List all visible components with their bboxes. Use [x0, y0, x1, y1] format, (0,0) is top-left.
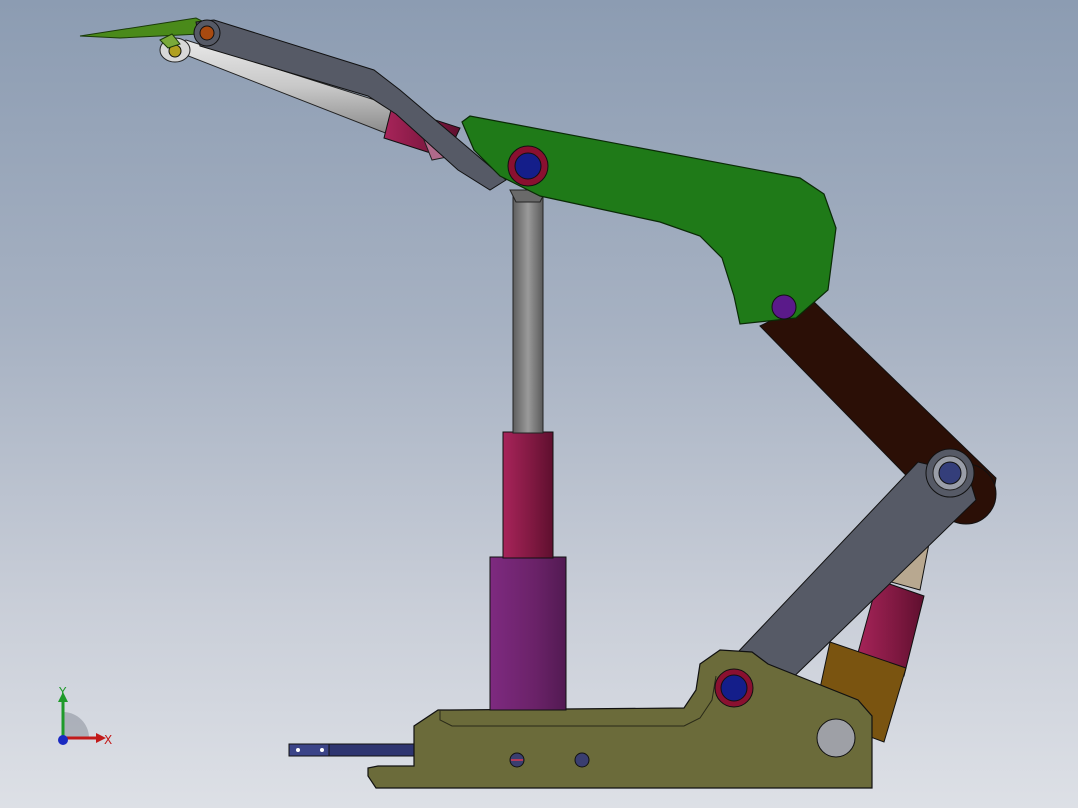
knee-pin[interactable] — [938, 461, 962, 485]
base-pin[interactable] — [720, 674, 748, 702]
column-barrel[interactable] — [489, 556, 567, 711]
slide-bar-hole — [320, 748, 324, 752]
cad-viewport[interactable]: Y X — [0, 0, 1078, 808]
vertical-column[interactable] — [489, 189, 567, 711]
slide-bar[interactable] — [288, 743, 420, 757]
boom-main-pin[interactable] — [514, 152, 542, 180]
coordinate-triad: Y X — [58, 685, 112, 747]
column-rod[interactable] — [512, 195, 544, 434]
y-axis-label: Y — [58, 685, 67, 699]
column-sleeve[interactable] — [502, 431, 554, 559]
x-axis-label: X — [104, 733, 112, 747]
slide-bar-hole — [296, 748, 300, 752]
tip-pin[interactable] — [199, 25, 215, 41]
base-bolt — [574, 752, 590, 768]
base-pivot-hole[interactable] — [816, 718, 856, 758]
z-axis-dot — [58, 735, 68, 745]
mechanism-model[interactable] — [0, 0, 1078, 808]
boom-link-pin[interactable] — [771, 294, 797, 320]
